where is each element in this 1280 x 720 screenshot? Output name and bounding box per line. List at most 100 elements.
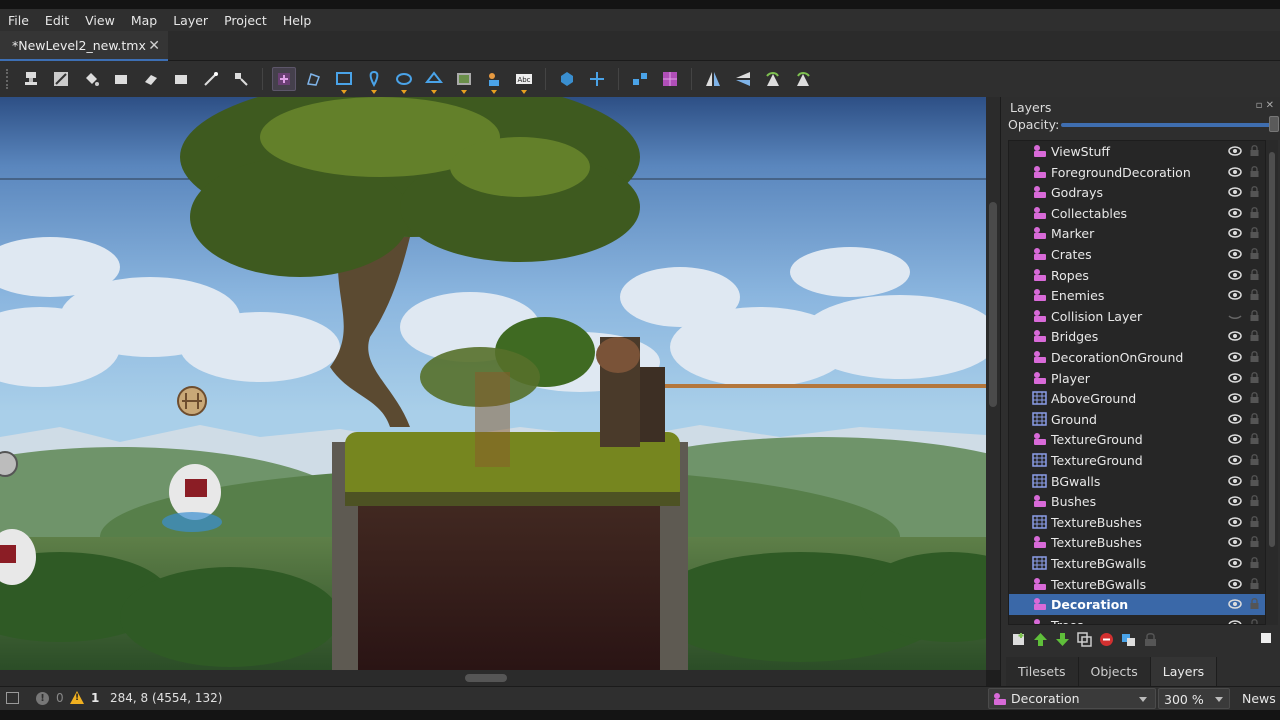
- insert-ellipse-tool-button[interactable]: [392, 67, 416, 94]
- menu-map[interactable]: Map: [123, 13, 165, 28]
- shape-fill-tool-button[interactable]: [109, 67, 133, 91]
- rotate-left-button[interactable]: [761, 67, 785, 91]
- eye-icon[interactable]: [1228, 166, 1242, 178]
- lock-layer-button[interactable]: [1140, 629, 1160, 649]
- show-hide-other-layers-button[interactable]: [1118, 629, 1138, 649]
- lock-icon[interactable]: [1249, 268, 1260, 281]
- eye-icon[interactable]: [1228, 330, 1242, 342]
- insert-rectangle-tool-button[interactable]: [332, 67, 356, 94]
- eye-icon[interactable]: [1228, 475, 1242, 487]
- layer-row[interactable]: Godrays: [1009, 182, 1265, 203]
- eye-icon[interactable]: [1228, 372, 1242, 384]
- insert-template-tool-button[interactable]: [482, 67, 506, 94]
- eye-icon[interactable]: [1228, 433, 1242, 445]
- scroll-thumb[interactable]: [989, 202, 997, 407]
- eye-icon[interactable]: [1228, 392, 1242, 404]
- eye-icon[interactable]: [1228, 207, 1242, 219]
- eye-icon[interactable]: [1228, 289, 1242, 301]
- rectangular-select-tool-button[interactable]: [169, 67, 193, 91]
- zoom-combobox[interactable]: 300 %: [1158, 688, 1230, 709]
- lower-layer-button[interactable]: [1052, 629, 1072, 649]
- canvas-horizontal-scrollbar[interactable]: [0, 670, 986, 686]
- lock-icon[interactable]: [1249, 185, 1260, 198]
- insert-point-tool-button[interactable]: [362, 67, 386, 94]
- layer-row[interactable]: Player: [1009, 368, 1265, 389]
- info-icon[interactable]: !: [36, 692, 49, 705]
- eye-icon[interactable]: [1228, 227, 1242, 239]
- eye-icon[interactable]: [1228, 269, 1242, 281]
- dock-float-close-icon[interactable]: ▫ ✕: [1256, 100, 1274, 111]
- highlight-current-layer-icon[interactable]: [1261, 633, 1271, 643]
- lock-icon[interactable]: [1249, 474, 1260, 487]
- flip-vertical-button[interactable]: [731, 67, 755, 91]
- lock-icon[interactable]: [1249, 371, 1260, 384]
- world-tool-button[interactable]: [555, 67, 579, 91]
- panel-toggle-icon[interactable]: [6, 692, 19, 704]
- layer-row[interactable]: Collectables: [1009, 203, 1265, 224]
- eye-icon[interactable]: [1228, 578, 1242, 590]
- layer-row[interactable]: DecorationOnGround: [1009, 347, 1265, 368]
- eye-icon[interactable]: [1228, 619, 1242, 625]
- current-layer-combobox[interactable]: Decoration: [988, 688, 1156, 709]
- raise-layer-button[interactable]: [1030, 629, 1050, 649]
- lock-icon[interactable]: [1249, 597, 1260, 610]
- select-objects-tool-button[interactable]: [272, 67, 296, 91]
- eye-icon[interactable]: [1228, 248, 1242, 260]
- lock-icon[interactable]: [1249, 309, 1260, 322]
- eye-icon[interactable]: [1228, 536, 1242, 548]
- layer-row[interactable]: TextureBushes: [1009, 512, 1265, 533]
- layer-row[interactable]: Marker: [1009, 223, 1265, 244]
- lock-icon[interactable]: [1249, 577, 1260, 590]
- magic-wand-tool-button[interactable]: [199, 67, 223, 91]
- eye-icon[interactable]: [1228, 186, 1242, 198]
- lock-icon[interactable]: [1249, 247, 1260, 260]
- lock-icon[interactable]: [1249, 391, 1260, 404]
- lock-icon[interactable]: [1249, 453, 1260, 466]
- layer-row[interactable]: Bushes: [1009, 491, 1265, 512]
- layer-row[interactable]: ForegroundDecoration: [1009, 162, 1265, 183]
- eye-icon[interactable]: [1228, 413, 1242, 425]
- flip-horizontal-button[interactable]: [701, 67, 725, 91]
- layer-row[interactable]: Bridges: [1009, 326, 1265, 347]
- lock-icon[interactable]: [1249, 432, 1260, 445]
- layer-row[interactable]: TextureBushes: [1009, 532, 1265, 553]
- layer-row[interactable]: TextureGround: [1009, 429, 1265, 450]
- tab-tilesets[interactable]: Tilesets: [1006, 657, 1079, 686]
- layer-row[interactable]: Enemies: [1009, 285, 1265, 306]
- insert-text-tool-button[interactable]: Abc: [512, 67, 536, 94]
- lock-icon[interactable]: [1249, 206, 1260, 219]
- scroll-thumb[interactable]: [1269, 152, 1275, 547]
- canvas-vertical-scrollbar[interactable]: [986, 97, 1000, 670]
- lock-icon[interactable]: [1249, 535, 1260, 548]
- menu-project[interactable]: Project: [216, 13, 275, 28]
- lock-icon[interactable]: [1249, 288, 1260, 301]
- eraser-tool-button[interactable]: [139, 67, 163, 91]
- insert-polygon-tool-button[interactable]: [422, 67, 446, 94]
- map-canvas[interactable]: [0, 97, 986, 670]
- menu-edit[interactable]: Edit: [37, 13, 77, 28]
- lock-icon[interactable]: [1249, 412, 1260, 425]
- layer-row[interactable]: Ground: [1009, 409, 1265, 430]
- menu-view[interactable]: View: [77, 13, 123, 28]
- stamp-brush-tool-button[interactable]: [19, 67, 43, 91]
- terrain-brush-tool-button[interactable]: [49, 67, 73, 91]
- eye-icon[interactable]: [1228, 516, 1242, 528]
- tab-objects[interactable]: Objects: [1078, 657, 1151, 686]
- scroll-thumb[interactable]: [465, 674, 507, 682]
- layer-row[interactable]: Collision Layer: [1009, 306, 1265, 327]
- layer-list-scrollbar[interactable]: [1266, 140, 1278, 625]
- opacity-slider-handle[interactable]: [1269, 116, 1279, 132]
- lock-icon[interactable]: [1249, 618, 1260, 625]
- eye-icon[interactable]: [1228, 557, 1242, 569]
- lock-icon[interactable]: [1249, 350, 1260, 363]
- bucket-fill-tool-button[interactable]: [79, 67, 103, 91]
- eye-icon[interactable]: [1228, 495, 1242, 507]
- layer-row[interactable]: Decoration: [1009, 594, 1265, 615]
- random-mode-button[interactable]: [628, 67, 652, 91]
- menu-layer[interactable]: Layer: [165, 13, 216, 28]
- duplicate-layer-button[interactable]: [1074, 629, 1094, 649]
- layer-row[interactable]: AboveGround: [1009, 388, 1265, 409]
- eye-icon[interactable]: [1228, 351, 1242, 363]
- remove-layer-button[interactable]: [1096, 629, 1116, 649]
- layer-row[interactable]: Crates: [1009, 244, 1265, 265]
